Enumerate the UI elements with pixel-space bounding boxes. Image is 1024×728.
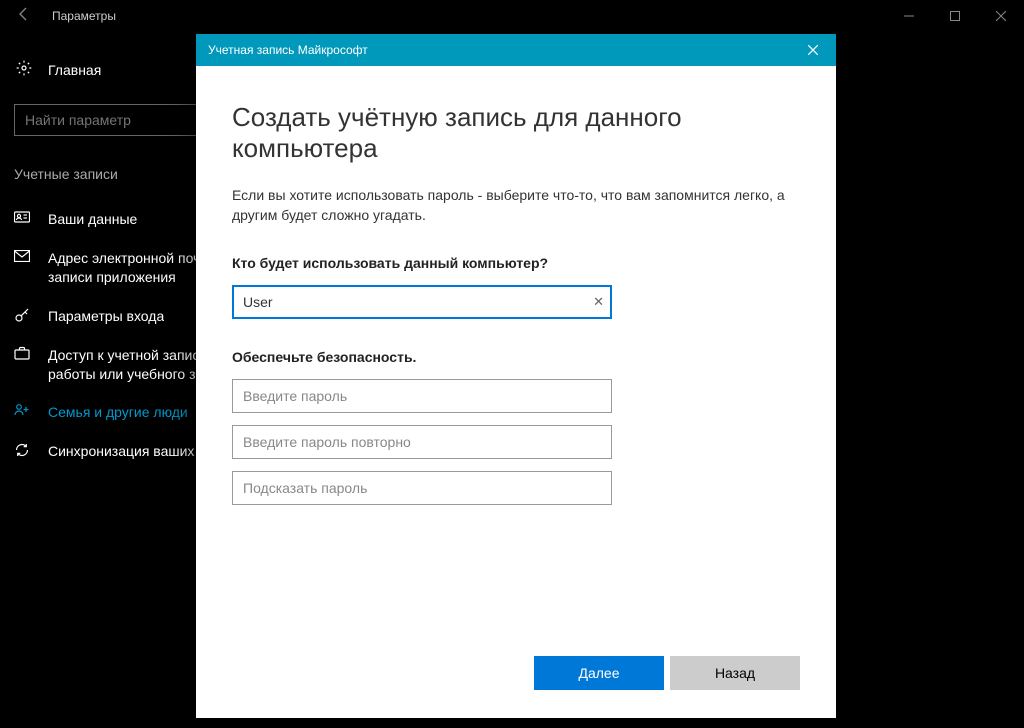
password-hint-input[interactable]: [232, 471, 612, 505]
password-confirm-input[interactable]: [232, 425, 612, 459]
key-icon: [14, 307, 34, 326]
clear-input-icon[interactable]: ✕: [593, 294, 604, 310]
dialog-close-button[interactable]: [790, 34, 836, 66]
password-confirm-field-wrap: [232, 425, 612, 459]
people-add-icon: [14, 403, 34, 420]
briefcase-icon: [14, 346, 34, 363]
next-button[interactable]: Далее: [534, 656, 664, 690]
gear-icon: [14, 60, 34, 81]
search-input[interactable]: [25, 112, 205, 128]
maximize-button[interactable]: [932, 0, 978, 32]
back-button[interactable]: [12, 6, 36, 27]
sync-icon: [14, 442, 34, 461]
window-title: Параметры: [52, 9, 886, 23]
username-label: Кто будет использовать данный компьютер?: [232, 255, 800, 271]
dialog-heading: Создать учётную запись для данного компь…: [232, 102, 800, 164]
home-label: Главная: [48, 62, 101, 78]
sidebar-item-label: Ваши данные: [48, 210, 137, 229]
dialog-titlebar: Учетная запись Майкрософт: [196, 34, 836, 66]
password-input[interactable]: [232, 379, 612, 413]
sidebar-item-label: Семья и другие люди: [48, 403, 188, 422]
create-account-dialog: Учетная запись Майкрософт Создать учётну…: [196, 34, 836, 718]
dialog-title: Учетная запись Майкрософт: [208, 43, 790, 57]
mail-icon: [14, 249, 34, 265]
username-input[interactable]: [232, 285, 612, 319]
dialog-description: Если вы хотите использовать пароль - выб…: [232, 186, 800, 225]
minimize-button[interactable]: [886, 0, 932, 32]
security-label: Обеспечьте безопасность.: [232, 349, 800, 365]
person-card-icon: [14, 210, 34, 227]
close-button[interactable]: [978, 0, 1024, 32]
sidebar-item-label: Параметры входа: [48, 307, 164, 326]
back-button[interactable]: Назад: [670, 656, 800, 690]
window-titlebar: Параметры: [0, 0, 1024, 32]
dialog-footer: Далее Назад: [196, 638, 836, 718]
password-hint-field-wrap: [232, 471, 612, 505]
password-field-wrap: [232, 379, 612, 413]
username-field-wrap: ✕: [232, 285, 612, 319]
